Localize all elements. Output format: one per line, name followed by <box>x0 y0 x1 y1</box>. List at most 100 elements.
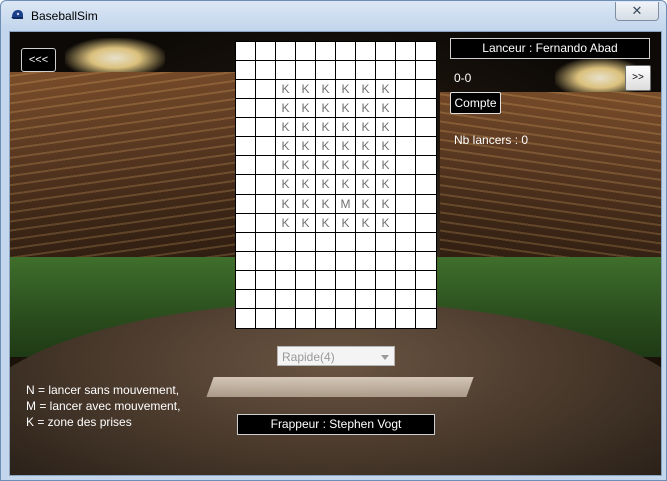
zone-cell[interactable] <box>296 42 316 62</box>
zone-cell[interactable] <box>236 118 256 138</box>
zone-cell[interactable] <box>336 270 356 290</box>
strike-zone-grid[interactable]: KKKKKKKKKKKKKKKKKKKKKKKKKKKKKKKKKKKKKKKM… <box>235 41 437 329</box>
zone-cell[interactable] <box>276 42 296 62</box>
zone-cell[interactable] <box>256 194 276 214</box>
zone-cell[interactable] <box>396 156 416 176</box>
zone-cell[interactable] <box>356 308 376 328</box>
zone-cell[interactable]: K <box>296 175 316 195</box>
zone-cell[interactable] <box>376 61 396 81</box>
zone-cell[interactable] <box>416 252 436 271</box>
zone-cell[interactable]: K <box>296 99 316 119</box>
zone-cell[interactable] <box>256 99 276 119</box>
zone-cell[interactable] <box>416 137 436 157</box>
zone-cell[interactable] <box>276 251 296 271</box>
zone-cell[interactable] <box>236 194 256 214</box>
zone-cell[interactable] <box>356 61 376 81</box>
zone-cell[interactable]: K <box>376 213 396 233</box>
zone-cell[interactable]: K <box>336 213 356 233</box>
zone-cell[interactable] <box>336 42 356 62</box>
zone-cell[interactable] <box>276 289 296 309</box>
back-button[interactable]: <<< <box>21 48 56 72</box>
zone-cell[interactable] <box>396 137 416 157</box>
zone-cell[interactable]: K <box>316 99 336 119</box>
zone-cell[interactable] <box>276 61 296 81</box>
zone-cell[interactable]: M <box>336 194 356 214</box>
zone-cell[interactable]: K <box>356 213 376 233</box>
zone-cell[interactable] <box>236 99 256 119</box>
zone-cell[interactable] <box>236 61 256 81</box>
zone-cell[interactable]: K <box>376 194 396 214</box>
zone-cell[interactable]: K <box>276 194 296 214</box>
zone-cell[interactable] <box>416 233 436 252</box>
zone-cell[interactable]: K <box>356 137 376 157</box>
zone-cell[interactable]: K <box>276 175 296 195</box>
zone-cell[interactable] <box>416 61 436 81</box>
zone-cell[interactable]: K <box>276 80 296 100</box>
zone-cell[interactable]: K <box>336 175 356 195</box>
zone-cell[interactable] <box>396 270 416 290</box>
zone-cell[interactable] <box>396 251 416 271</box>
zone-cell[interactable]: K <box>316 156 336 176</box>
zone-cell[interactable] <box>376 232 396 252</box>
zone-cell[interactable] <box>256 251 276 271</box>
zone-cell[interactable]: K <box>316 137 336 157</box>
zone-cell[interactable] <box>256 213 276 233</box>
zone-cell[interactable] <box>236 80 256 100</box>
zone-cell[interactable] <box>316 289 336 309</box>
zone-cell[interactable] <box>296 232 316 252</box>
zone-cell[interactable]: K <box>296 156 316 176</box>
zone-cell[interactable] <box>276 308 296 328</box>
zone-cell[interactable] <box>256 42 276 62</box>
zone-cell[interactable] <box>376 42 396 62</box>
zone-cell[interactable] <box>256 137 276 157</box>
zone-cell[interactable] <box>316 42 336 62</box>
zone-cell[interactable]: K <box>356 80 376 100</box>
zone-cell[interactable] <box>256 232 276 252</box>
zone-cell[interactable] <box>256 308 276 328</box>
zone-cell[interactable] <box>296 289 316 309</box>
zone-cell[interactable]: K <box>336 137 356 157</box>
zone-cell[interactable] <box>336 232 356 252</box>
zone-cell[interactable] <box>376 289 396 309</box>
pitch-type-select[interactable]: Rapide(4) <box>277 346 395 366</box>
zone-cell[interactable] <box>236 289 256 309</box>
zone-cell[interactable] <box>396 308 416 328</box>
zone-cell[interactable] <box>416 214 436 233</box>
zone-cell[interactable] <box>336 308 356 328</box>
zone-cell[interactable]: K <box>356 99 376 119</box>
zone-cell[interactable] <box>396 289 416 309</box>
zone-cell[interactable] <box>356 42 376 62</box>
zone-cell[interactable] <box>276 232 296 252</box>
zone-cell[interactable] <box>336 61 356 81</box>
zone-cell[interactable] <box>396 232 416 252</box>
zone-cell[interactable] <box>396 175 416 195</box>
zone-cell[interactable]: K <box>296 194 316 214</box>
close-button[interactable]: ✕ <box>615 2 659 21</box>
zone-cell[interactable] <box>276 270 296 290</box>
zone-cell[interactable] <box>396 61 416 81</box>
zone-cell[interactable]: K <box>356 175 376 195</box>
zone-cell[interactable] <box>256 118 276 138</box>
zone-cell[interactable] <box>236 308 256 328</box>
zone-cell[interactable]: K <box>376 137 396 157</box>
zone-cell[interactable] <box>416 309 436 328</box>
zone-cell[interactable] <box>236 175 256 195</box>
zone-cell[interactable] <box>416 290 436 309</box>
zone-cell[interactable] <box>396 118 416 138</box>
zone-cell[interactable] <box>296 251 316 271</box>
zone-cell[interactable] <box>256 61 276 81</box>
zone-cell[interactable]: K <box>376 175 396 195</box>
zone-cell[interactable]: K <box>316 194 336 214</box>
zone-cell[interactable]: K <box>376 118 396 138</box>
zone-cell[interactable] <box>236 137 256 157</box>
zone-cell[interactable] <box>256 80 276 100</box>
zone-cell[interactable] <box>356 289 376 309</box>
zone-cell[interactable] <box>416 80 436 100</box>
zone-cell[interactable]: K <box>336 80 356 100</box>
zone-cell[interactable]: K <box>376 80 396 100</box>
zone-cell[interactable] <box>396 80 416 100</box>
zone-cell[interactable] <box>416 195 436 214</box>
count-button[interactable]: Compte <box>450 92 501 114</box>
zone-cell[interactable]: K <box>296 118 316 138</box>
zone-cell[interactable] <box>256 270 276 290</box>
